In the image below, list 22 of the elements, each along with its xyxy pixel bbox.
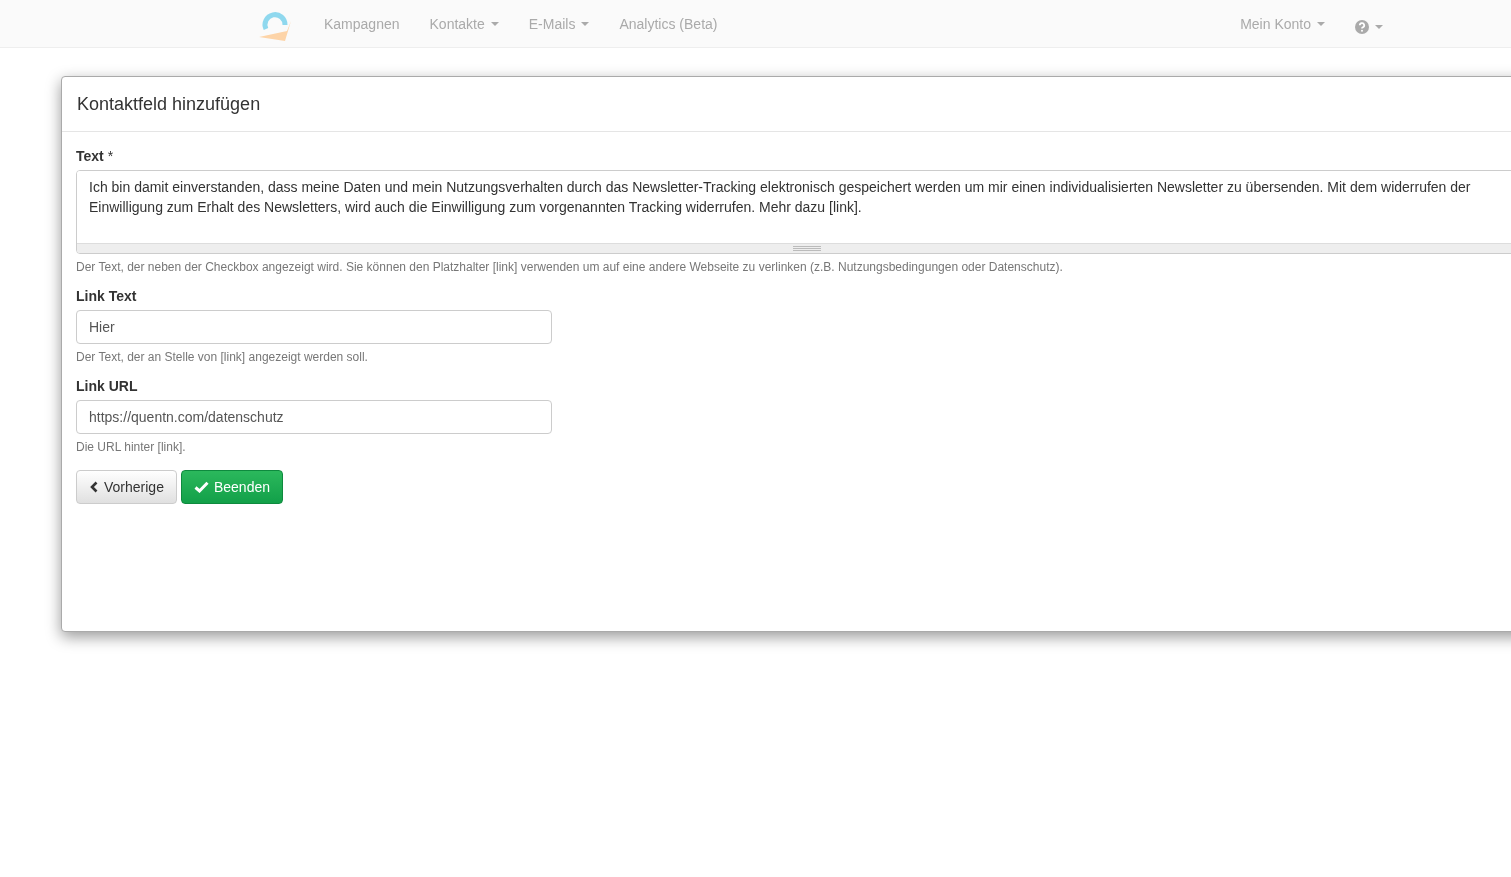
help-text: Der Text, der neben der Checkbox angezeigt wird. Sie können den Platzhalter [link] verwenden um auf eine andere Webseite zu verlinken (z.B. Nutzungsbedingungen oder Datenschutz). [76,260,1064,274]
nav-link[interactable]: Kampagnen [309,15,415,32]
checkmark-icon [193,481,209,493]
help-icon [1355,19,1369,34]
account-menu[interactable]: Mein Konto [1225,15,1340,32]
help-text: Der Text, der an Stelle von [link] angezeigt werden soll. [76,350,369,364]
input-field[interactable]: Hier [76,310,552,344]
resize-handle[interactable] [77,243,1511,253]
field-label: Link URL [76,378,138,394]
field-label: Text [76,148,104,164]
required-mark: * [107,148,114,164]
help-text: Die URL hinter [link]. [76,440,187,454]
nav-link[interactable]: E-Mails [513,15,605,32]
previous-button[interactable]: Vorherige [76,470,177,504]
field-label: Link Text [76,288,137,304]
text-area[interactable]: Ich bin damit einverstanden, dass meine Daten und mein Nutzungsverhalten durch das Newsletter-Tracking elektronisch gespeichert werden um mir einen individualisierten Newsletter zu übersenden. Mit dem widerrufen der Einwilligung zum Erhalt des Newsletters, wird auch die Einwilligung zum vorgenannten Tracking widerrufen. Mehr dazu [link]. [76,170,1511,254]
nav-link[interactable]: Analytics (Beta) [604,15,733,32]
modal-title: Kontaktfeld hinzufügen [77,93,262,116]
input-field[interactable]: https://quentn.com/datenschutz [76,400,552,434]
finish-button[interactable]: Beenden [180,470,283,504]
nav-link[interactable]: Kontakte [414,15,514,32]
chevron-left-icon [89,481,99,493]
